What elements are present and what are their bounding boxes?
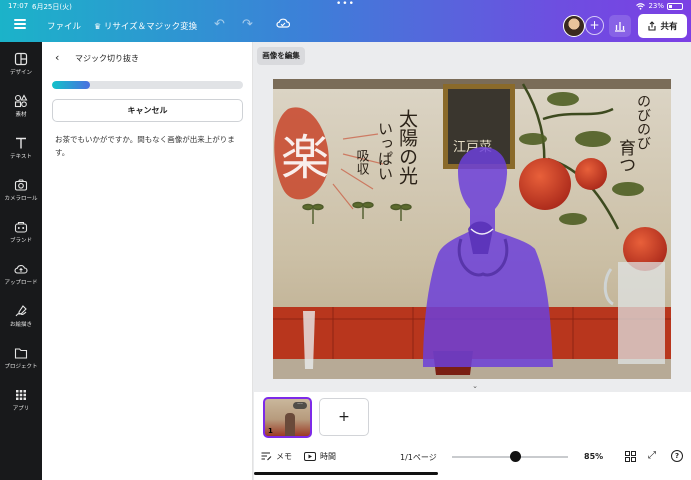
timer-icon (304, 452, 316, 461)
undo-icon[interactable]: ↶ (214, 17, 225, 32)
zoom-slider-handle[interactable] (510, 451, 521, 462)
rail-label: アップロード (4, 280, 38, 286)
mural-text-nobinobi: のびのび (635, 94, 651, 150)
progress-fill (52, 81, 91, 89)
timer-button[interactable]: 時間 (304, 451, 336, 462)
mural-text-sun: 太陽の光 (396, 109, 418, 185)
more-options-icon[interactable]: ··· (293, 402, 307, 409)
rail-item-apps[interactable]: アプリ (0, 388, 42, 412)
file-menu-button[interactable]: ファイル (47, 20, 81, 32)
status-time: 17:07 (8, 2, 29, 10)
edit-image-button[interactable]: 画像を編集 (257, 47, 305, 65)
mural-text-ippai: いっぱい (376, 121, 394, 181)
notes-label: メモ (276, 452, 292, 461)
wifi-icon (636, 2, 646, 10)
rail-item-elements[interactable]: 素材 (0, 94, 42, 118)
timer-label: 時間 (320, 452, 336, 461)
rail-item-text[interactable]: テキスト (0, 136, 42, 160)
add-page-button[interactable]: + (319, 398, 369, 436)
rail-label: アプリ (12, 406, 30, 412)
progress-bar (52, 81, 243, 89)
collapse-pages-chevron-icon[interactable]: ⌄ (456, 382, 494, 392)
rail-label: カメラロール (4, 196, 38, 202)
battery-icon (667, 2, 683, 10)
home-indicator (254, 472, 438, 475)
rail-item-design[interactable]: デザイン (0, 52, 42, 76)
rail-label: デザイン (9, 70, 32, 76)
rail-label: テキスト (10, 154, 32, 160)
notes-icon (261, 452, 272, 461)
rail-item-upload[interactable]: アップロード (0, 262, 42, 286)
grid-view-icon[interactable] (625, 451, 636, 462)
text-icon (16, 137, 26, 149)
mural-text-sodatsu: 育つ (615, 139, 635, 173)
toolbar: ファイル ♛ リサイズ＆マジック変換 ↶ ↷ + 共有 (0, 14, 691, 38)
panel-title: マジック切り抜き (75, 54, 139, 63)
share-icon (648, 21, 657, 31)
multitasking-dots-icon[interactable]: ••• (336, 0, 355, 9)
user-avatar[interactable] (563, 15, 585, 37)
resize-label: リサイズ＆マジック変換 (103, 22, 198, 32)
rail-label: プロジェクト (4, 364, 38, 370)
apps-icon (16, 390, 26, 400)
share-label: 共有 (660, 22, 678, 32)
waiting-message: お茶でもいかがですか。間もなく画像が出来上がります。 (55, 135, 235, 157)
folder-icon (14, 348, 28, 359)
back-chevron-icon[interactable]: ‹ (55, 51, 59, 64)
add-collaborator-button[interactable]: + (585, 16, 604, 35)
page-thumbnail[interactable]: ··· 1 (263, 397, 312, 438)
insights-button[interactable] (609, 15, 631, 37)
draw-icon (15, 305, 27, 317)
rail-item-brand[interactable]: ブランド (0, 220, 42, 244)
status-right: 23% (636, 2, 683, 10)
mural-big-char: 楽 (281, 130, 329, 186)
left-rail: デザイン 素材 テキスト カメラロール ブランド アップロード お絵描き プロジ… (0, 42, 42, 480)
cloud-saved-icon[interactable] (276, 17, 290, 29)
rail-label: 素材 (15, 112, 27, 118)
rail-item-draw[interactable]: お絵描き (0, 304, 42, 328)
tomato (519, 158, 571, 210)
zoom-level[interactable]: 85% (584, 452, 603, 461)
page-number: 1 (268, 427, 273, 435)
tomato (575, 158, 607, 190)
battery-percent: 23% (648, 2, 664, 10)
camera-icon (14, 179, 28, 191)
fullscreen-icon[interactable]: ⤢ (648, 450, 656, 461)
magic-grab-panel: ‹ マジック切り抜き キャンセル お茶でもいかがですか。間もなく画像が出来上がり… (42, 42, 253, 480)
crown-icon: ♛ (94, 22, 102, 31)
redo-icon[interactable]: ↷ (242, 17, 253, 32)
bar-chart-icon (615, 22, 625, 32)
brand-icon (14, 221, 28, 233)
rail-item-projects[interactable]: プロジェクト (0, 346, 42, 370)
cancel-button[interactable]: キャンセル (52, 99, 243, 122)
glass-pitcher (618, 262, 665, 364)
rail-label: ブランド (9, 238, 32, 244)
thumbnail-subject (285, 413, 295, 436)
rail-item-camera-roll[interactable]: カメラロール (0, 178, 42, 202)
page-indicator[interactable]: 1/1ページ (400, 452, 437, 463)
top-bar: 17:07 6月25日(火) ••• 23% ファイル ♛ リサイズ＆マジック変… (0, 0, 691, 42)
canvas-image: 楽 太陽の光 いっぱい 吸収 江戸菜 のびのび 育つ (273, 79, 671, 379)
design-icon (14, 52, 28, 66)
upload-icon (14, 264, 28, 274)
design-canvas[interactable]: 楽 太陽の光 いっぱい 吸収 江戸菜 のびのび 育つ (273, 79, 671, 379)
status-bar: 17:07 6月25日(火) ••• 23% (0, 0, 691, 12)
resize-magic-switch-button[interactable]: ♛ リサイズ＆マジック変換 (94, 20, 197, 32)
notes-button[interactable]: メモ (261, 451, 292, 462)
status-date: 6月25日(火) (32, 3, 72, 11)
menu-icon[interactable] (14, 19, 26, 29)
rail-label: お絵描き (9, 322, 32, 328)
elements-icon (14, 94, 28, 108)
help-icon[interactable]: ? (671, 450, 683, 462)
mural-text-kyushu: 吸収 (354, 149, 370, 175)
share-button[interactable]: 共有 (638, 14, 687, 38)
